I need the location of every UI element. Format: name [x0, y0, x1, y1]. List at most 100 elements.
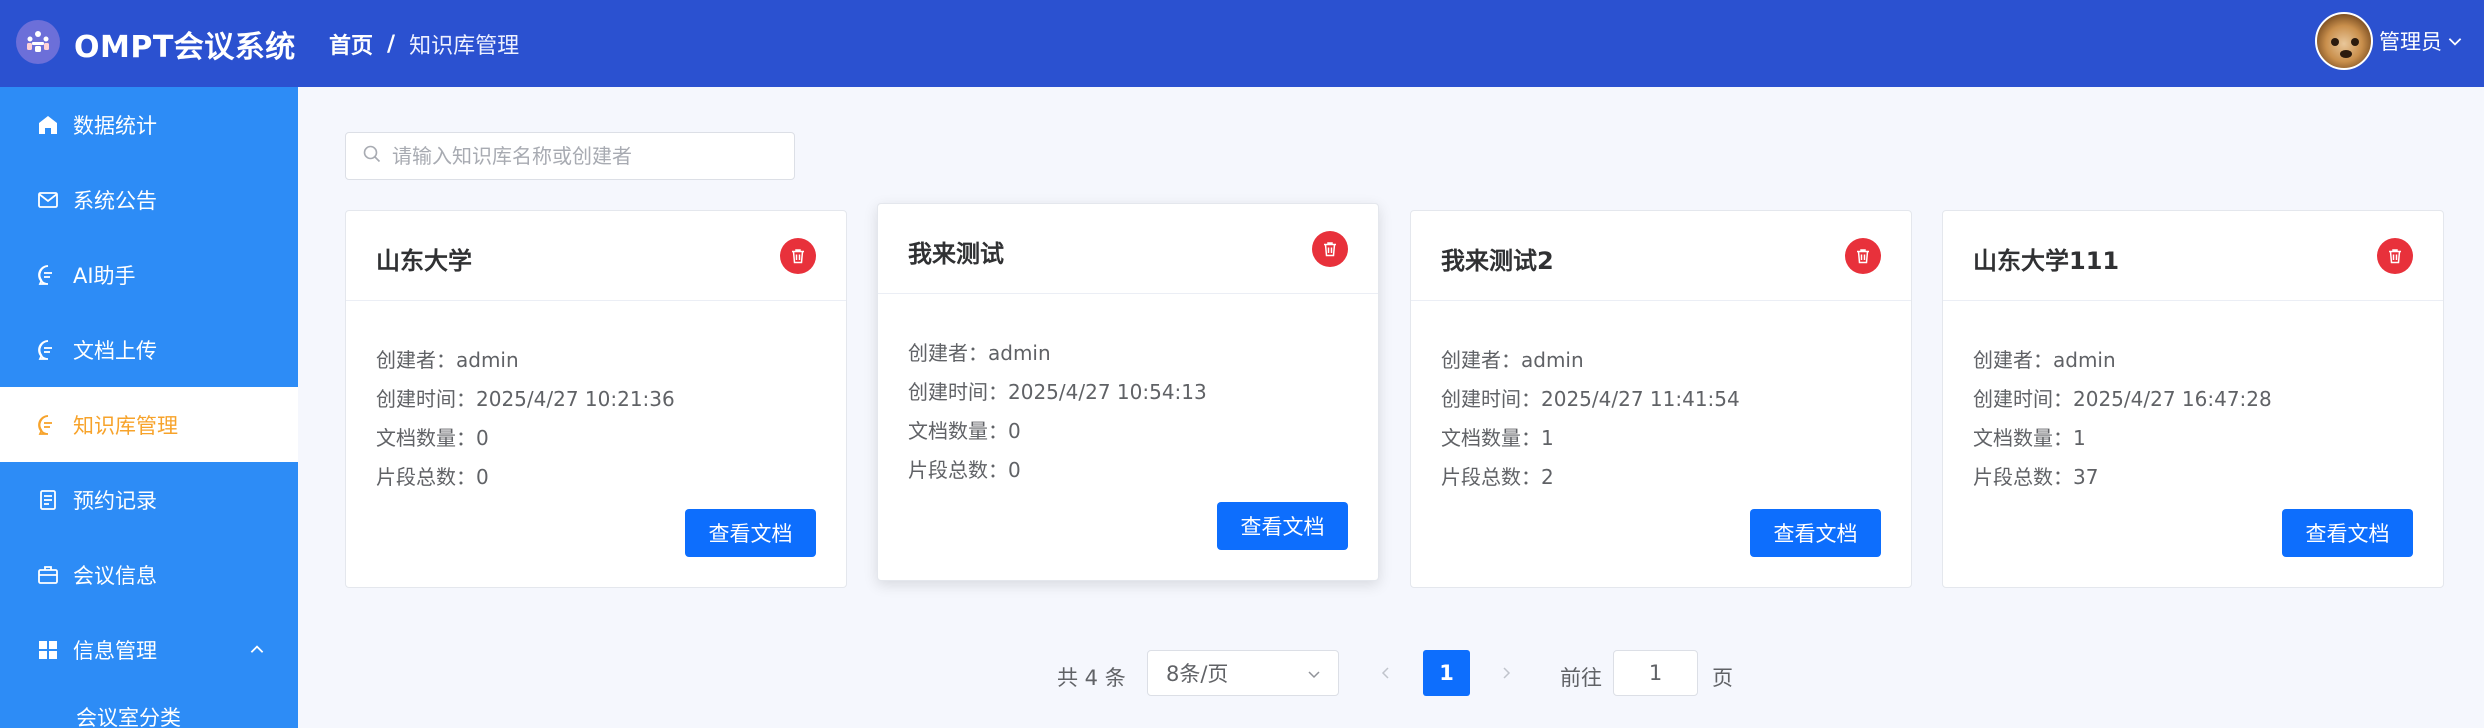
- created-at-row: 创建时间：2025/4/27 10:21:36: [376, 380, 846, 419]
- page-size-select[interactable]: 8条/页: [1147, 650, 1339, 696]
- sidebar-item-knowledge-base[interactable]: 知识库管理: [0, 387, 298, 462]
- segment-count-value: 37: [2073, 465, 2099, 489]
- search-icon: [362, 144, 382, 168]
- delete-button[interactable]: [780, 238, 816, 274]
- card-title: 山东大学: [376, 247, 472, 275]
- creator-label: 创建者：: [908, 341, 988, 365]
- created-at-value: 2025/4/27 16:47:28: [2073, 387, 2272, 411]
- created-at-value: 2025/4/27 10:54:13: [1008, 380, 1207, 404]
- trash-icon: [2389, 249, 2401, 264]
- segment-count-value: 0: [476, 465, 489, 489]
- doc-count-row: 文档数量：0: [908, 412, 1378, 451]
- sidebar-item-ai-assistant[interactable]: AI助手: [0, 237, 298, 312]
- sidebar-item-label: 知识库管理: [73, 413, 178, 438]
- goto-label: 前往: [1560, 666, 1602, 690]
- doc-count-row: 文档数量：1: [1441, 419, 1911, 458]
- card-header: 我来测试: [878, 204, 1378, 294]
- creator-label: 创建者：: [1973, 348, 2053, 372]
- user-menu[interactable]: 管理员: [2315, 12, 2464, 70]
- prev-page-button[interactable]: [1366, 650, 1406, 696]
- sidebar-subitem-room-categories[interactable]: 会议室分类: [0, 687, 298, 728]
- trash-icon: [1324, 242, 1336, 257]
- card-body: 创建者：admin 创建时间：2025/4/27 10:54:13 文档数量：0…: [878, 294, 1378, 490]
- search-box[interactable]: [345, 132, 795, 180]
- creator-value: admin: [988, 341, 1051, 365]
- created-at-value: 2025/4/27 10:21:36: [476, 387, 675, 411]
- page-number-current[interactable]: 1: [1423, 650, 1470, 696]
- creator-label: 创建者：: [1441, 348, 1521, 372]
- user-name[interactable]: 管理员: [2379, 26, 2442, 56]
- created-at-row: 创建时间：2025/4/27 16:47:28: [1973, 380, 2443, 419]
- page-size-value: 8条/页: [1166, 662, 1229, 686]
- search-input[interactable]: [392, 144, 772, 168]
- sidebar-item-label: 数据统计: [73, 113, 157, 138]
- goto-suffix: 页: [1712, 666, 1733, 690]
- segment-count-label: 片段总数：: [1973, 465, 2073, 489]
- sidebar-item-doc-upload[interactable]: 文档上传: [0, 312, 298, 387]
- sidebar-item-announcements[interactable]: 系统公告: [0, 162, 298, 237]
- card-header: 我来测试2: [1411, 211, 1911, 301]
- created-at-row: 创建时间：2025/4/27 11:41:54: [1441, 380, 1911, 419]
- card-body: 创建者：admin 创建时间：2025/4/27 11:41:54 文档数量：1…: [1411, 301, 1911, 497]
- app-title: OMPT会议系统: [74, 30, 296, 65]
- view-documents-button[interactable]: 查看文档: [1750, 509, 1881, 557]
- creator-value: admin: [1521, 348, 1584, 372]
- doc-count-label: 文档数量：: [908, 419, 1008, 443]
- delete-button[interactable]: [1845, 238, 1881, 274]
- card-title: 山东大学111: [1973, 247, 2120, 275]
- delete-button[interactable]: [1312, 231, 1348, 267]
- card-body: 创建者：admin 创建时间：2025/4/27 10:21:36 文档数量：0…: [346, 301, 846, 497]
- doc-count-value: 1: [2073, 426, 2086, 450]
- goto-page-input[interactable]: [1613, 650, 1698, 696]
- segment-count-value: 0: [1008, 458, 1021, 482]
- delete-button[interactable]: [2377, 238, 2413, 274]
- avatar[interactable]: [2315, 12, 2373, 70]
- next-page-button[interactable]: [1486, 650, 1526, 696]
- segment-count-label: 片段总数：: [1441, 465, 1541, 489]
- chat-icon: [35, 337, 61, 363]
- sidebar-item-meeting-info[interactable]: 会议信息: [0, 537, 298, 612]
- knowledge-base-card: 我来测试 创建者：admin 创建时间：2025/4/27 10:54:13 文…: [877, 203, 1379, 581]
- chevron-down-icon[interactable]: [2446, 32, 2464, 50]
- card-header: 山东大学111: [1943, 211, 2443, 301]
- sidebar-item-dashboard[interactable]: 数据统计: [0, 87, 298, 162]
- breadcrumb-separator: /: [387, 31, 396, 57]
- sidebar-item-label: 信息管理: [73, 638, 157, 663]
- segment-count-label: 片段总数：: [908, 458, 1008, 482]
- breadcrumb-current: 知识库管理: [409, 34, 520, 59]
- creator-label: 创建者：: [376, 348, 456, 372]
- chevron-left-icon: [1381, 667, 1389, 679]
- sidebar-item-reservations[interactable]: 预约记录: [0, 462, 298, 537]
- meeting-logo-icon: [27, 31, 49, 52]
- sidebar-item-label: AI助手: [73, 263, 136, 288]
- doc-count-value: 0: [1008, 419, 1021, 443]
- knowledge-base-card: 我来测试2 创建者：admin 创建时间：2025/4/27 11:41:54 …: [1410, 210, 1912, 588]
- segment-count-label: 片段总数：: [376, 465, 476, 489]
- view-documents-button[interactable]: 查看文档: [1217, 502, 1348, 550]
- created-at-value: 2025/4/27 11:41:54: [1541, 387, 1740, 411]
- sidebar-item-info-management[interactable]: 信息管理: [0, 612, 298, 687]
- breadcrumb: 首页 / 知识库管理: [329, 28, 519, 60]
- sidebar-item-label: 系统公告: [73, 188, 157, 213]
- doc-count-row: 文档数量：0: [376, 419, 846, 458]
- created-at-row: 创建时间：2025/4/27 10:54:13: [908, 373, 1378, 412]
- home-icon: [35, 112, 61, 138]
- creator-row: 创建者：admin: [908, 334, 1378, 373]
- doc-count-label: 文档数量：: [376, 426, 476, 450]
- view-documents-button[interactable]: 查看文档: [2282, 509, 2413, 557]
- card-title: 我来测试2: [1441, 247, 1554, 275]
- top-header: OMPT会议系统 首页 / 知识库管理 管理员: [0, 0, 2484, 87]
- breadcrumb-home[interactable]: 首页: [329, 28, 373, 60]
- grid-icon: [35, 637, 61, 663]
- segment-count-value: 2: [1541, 465, 1554, 489]
- chevron-up-icon[interactable]: [248, 640, 266, 664]
- creator-row: 创建者：admin: [1973, 341, 2443, 380]
- sidebar-item-label: 文档上传: [73, 338, 157, 363]
- knowledge-base-card: 山东大学111 创建者：admin 创建时间：2025/4/27 16:47:2…: [1942, 210, 2444, 588]
- app-logo[interactable]: [16, 20, 60, 64]
- trash-icon: [792, 249, 804, 264]
- segment-count-row: 片段总数：0: [908, 451, 1378, 490]
- doc-count-value: 1: [1541, 426, 1554, 450]
- view-documents-button[interactable]: 查看文档: [685, 509, 816, 557]
- created-at-label: 创建时间：: [376, 387, 476, 411]
